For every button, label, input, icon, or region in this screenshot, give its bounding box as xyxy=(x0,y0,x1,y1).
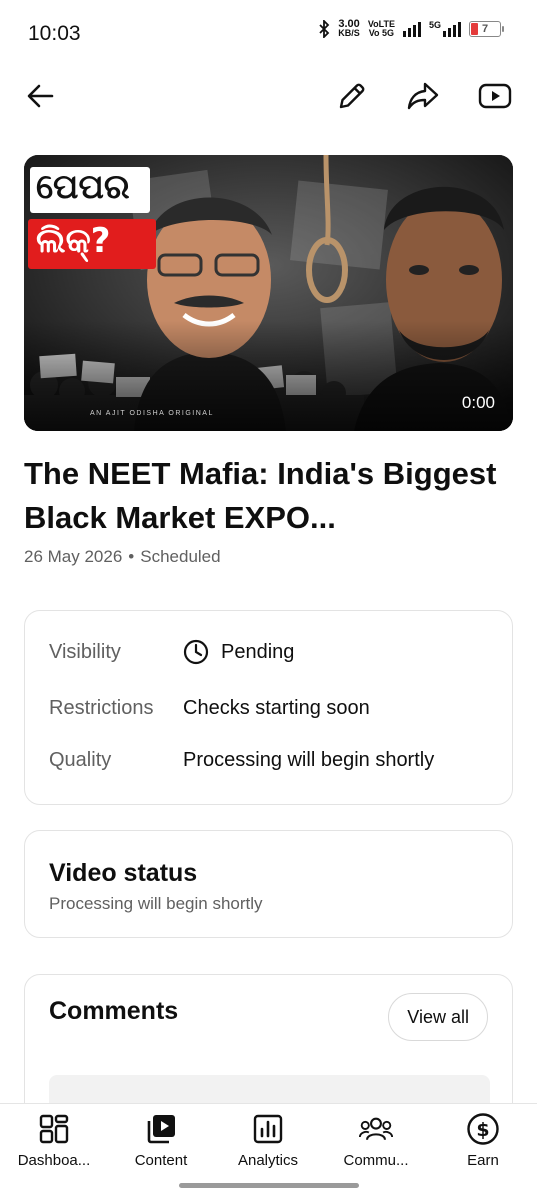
svg-text:$: $ xyxy=(476,1119,489,1141)
home-indicator[interactable] xyxy=(179,1183,359,1188)
video-meta: 26 May 2026 • Scheduled xyxy=(24,547,221,567)
battery-icon: 7 xyxy=(469,21,504,37)
signal-5g-icon xyxy=(443,21,461,37)
thumbnail-headline-line2: ଲିକ୍? xyxy=(36,221,111,261)
edit-button[interactable] xyxy=(330,74,374,118)
content-icon xyxy=(144,1112,178,1146)
watch-on-youtube-button[interactable] xyxy=(473,74,517,118)
quality-label: Quality xyxy=(49,749,112,771)
visibility-row[interactable]: Visibility Pending xyxy=(49,639,294,665)
nav-analytics-label: Analytics xyxy=(237,1152,299,1169)
video-duration: 0:00 xyxy=(461,393,495,412)
restrictions-value: Checks starting soon xyxy=(183,697,370,719)
community-icon xyxy=(359,1112,393,1146)
video-date: 26 May 2026 xyxy=(24,547,123,566)
bluetooth-icon xyxy=(319,20,330,38)
network-5g: 5G xyxy=(429,21,461,37)
video-status-card[interactable]: Video status Processing will begin short… xyxy=(24,830,513,938)
visibility-value-wrap: Pending xyxy=(183,639,294,665)
arrow-left-icon xyxy=(27,84,54,108)
comments-title: Comments xyxy=(49,997,179,1025)
nav-earn[interactable]: $ Earn xyxy=(433,1112,533,1176)
nav-dashboard[interactable]: Dashboa... xyxy=(4,1112,104,1176)
nav-community-label: Commu... xyxy=(343,1152,409,1169)
thumbnail-headline-line1: ପେପର xyxy=(36,167,130,207)
restrictions-label: Restrictions xyxy=(49,697,154,719)
restrictions-row[interactable]: Restrictions Checks starting soon xyxy=(49,697,370,720)
network-speed: 3.00 KB/S xyxy=(338,18,360,38)
share-icon xyxy=(407,82,439,110)
dashboard-icon xyxy=(37,1112,71,1146)
nav-analytics[interactable]: Analytics xyxy=(218,1112,318,1176)
nav-earn-label: Earn xyxy=(467,1152,499,1169)
signal-icon xyxy=(402,21,421,37)
top-bar xyxy=(0,70,537,122)
nav-content[interactable]: Content xyxy=(111,1112,211,1176)
status-indicators: 3.00 KB/S VoLTE Vo 5G 5G 7 xyxy=(318,18,504,38)
battery-fill xyxy=(471,23,478,35)
view-all-comments-button[interactable]: View all xyxy=(388,993,488,1041)
status-time: 10:03 xyxy=(28,22,81,45)
nav-content-label: Content xyxy=(134,1152,188,1169)
status-bar: 10:03 3.00 KB/S VoLTE Vo 5G 5G 7 xyxy=(0,0,537,70)
volte-indicator: VoLTE Vo 5G xyxy=(367,19,395,38)
meta-separator: • xyxy=(128,547,135,566)
thumbnail-tag: AN AJIT ODISHA ORIGINAL xyxy=(90,410,214,417)
dollar-icon: $ xyxy=(466,1112,500,1146)
share-button[interactable] xyxy=(401,74,445,118)
analytics-icon xyxy=(251,1112,285,1146)
nav-dashboard-label: Dashboa... xyxy=(17,1152,91,1169)
video-state: Scheduled xyxy=(140,547,221,566)
video-status-subtitle: Processing will begin shortly xyxy=(49,894,263,913)
battery-level: 7 xyxy=(481,23,489,35)
video-status-title: Video status xyxy=(49,859,198,887)
quality-value: Processing will begin shortly xyxy=(183,749,435,771)
clock-icon xyxy=(183,639,209,665)
pencil-icon xyxy=(339,83,365,109)
back-button[interactable] xyxy=(18,74,62,118)
video-thumbnail[interactable]: ପେପର ଲିକ୍? AN AJIT ODISHA ORIGINAL 0:00 xyxy=(24,155,513,431)
visibility-label: Visibility xyxy=(49,640,121,663)
youtube-play-icon xyxy=(478,83,512,109)
details-card: Visibility Pending Restrictions Checks s… xyxy=(24,610,513,805)
nav-community[interactable]: Commu... xyxy=(326,1112,426,1176)
quality-row[interactable]: Quality Processing will begin shortly xyxy=(49,749,434,772)
video-title: The NEET Mafia: India's Biggest Black Ma… xyxy=(24,456,497,535)
visibility-value: Pending xyxy=(221,640,295,663)
